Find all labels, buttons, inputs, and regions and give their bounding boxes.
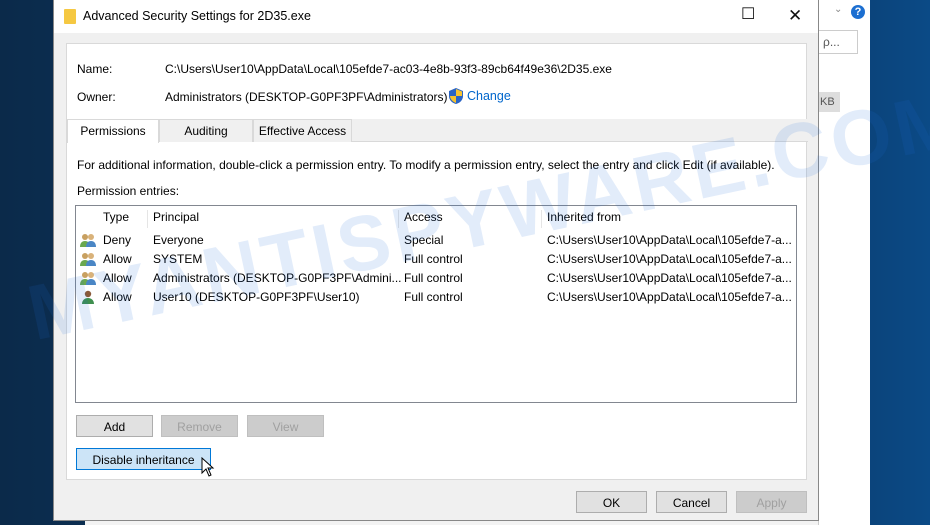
row-principal: Administrators (DESKTOP-G0PF3PF\Admini..…: [153, 271, 402, 285]
tab-bar: Permissions Auditing Effective Access: [67, 119, 808, 143]
background-explorer-pane: [818, 0, 870, 525]
background-search-box[interactable]: ρ...: [818, 30, 858, 54]
maximize-button[interactable]: ☐: [741, 4, 755, 24]
column-header-type[interactable]: Type: [98, 210, 148, 228]
close-button[interactable]: ✕: [788, 6, 802, 26]
table-row[interactable]: Allow SYSTEM Full control C:\Users\User1…: [76, 250, 796, 269]
name-value: C:\Users\User10\AppData\Local\105efde7-a…: [165, 62, 612, 76]
search-text: ρ...: [823, 35, 840, 49]
background-size-text: KB: [818, 92, 840, 112]
title-bar: Advanced Security Settings for 2D35.exe …: [54, 0, 818, 33]
row-type: Allow: [103, 290, 132, 304]
uac-shield-icon: [449, 88, 463, 104]
row-access: Full control: [404, 271, 463, 285]
table-row[interactable]: Allow User10 (DESKTOP-G0PF3PF\User10) Fu…: [76, 288, 796, 307]
owner-value: Administrators (DESKTOP-G0PF3PF\Administ…: [165, 90, 448, 104]
content-panel: Name: C:\Users\User10\AppData\Local\105e…: [66, 43, 808, 480]
help-icon[interactable]: ?: [851, 5, 865, 19]
chevron-down-icon: ⌄: [834, 4, 843, 15]
row-type: Deny: [103, 233, 132, 247]
advanced-security-dialog: Advanced Security Settings for 2D35.exe …: [53, 0, 819, 521]
ok-button[interactable]: OK: [576, 491, 647, 513]
apply-button[interactable]: Apply: [736, 491, 807, 513]
row-inherited-from: C:\Users\User10\AppData\Local\105efde7-a…: [547, 233, 792, 247]
folder-icon: [64, 9, 76, 24]
row-inherited-from: C:\Users\User10\AppData\Local\105efde7-a…: [547, 290, 792, 304]
column-header-access[interactable]: Access: [399, 210, 542, 228]
add-button[interactable]: Add: [76, 415, 153, 437]
permission-entries-list[interactable]: Type Principal Access Inherited from Den…: [75, 205, 797, 403]
user-icon: [82, 290, 94, 304]
users-group-icon: [80, 272, 96, 285]
row-principal: SYSTEM: [153, 252, 203, 266]
row-type: Allow: [103, 252, 132, 266]
owner-label: Owner:: [77, 90, 116, 104]
row-inherited-from: C:\Users\User10\AppData\Local\105efde7-a…: [547, 271, 792, 285]
window-title: Advanced Security Settings for 2D35.exe: [83, 9, 311, 23]
change-owner-link[interactable]: Change: [467, 89, 511, 103]
column-header-principal[interactable]: Principal: [148, 210, 399, 228]
remove-button[interactable]: Remove: [161, 415, 238, 437]
tab-permissions[interactable]: Permissions: [67, 119, 159, 143]
table-row[interactable]: Deny Everyone Special C:\Users\User10\Ap…: [76, 231, 796, 250]
name-label: Name:: [77, 62, 113, 76]
row-principal: User10 (DESKTOP-G0PF3PF\User10): [153, 290, 360, 304]
tab-auditing[interactable]: Auditing: [159, 119, 253, 142]
row-type: Allow: [103, 271, 132, 285]
mouse-cursor-icon: [201, 457, 215, 477]
row-access: Full control: [404, 290, 463, 304]
row-access: Full control: [404, 252, 463, 266]
users-group-icon: [80, 234, 96, 247]
table-row[interactable]: Allow Administrators (DESKTOP-G0PF3PF\Ad…: [76, 269, 796, 288]
row-inherited-from: C:\Users\User10\AppData\Local\105efde7-a…: [547, 252, 792, 266]
permission-entries-label: Permission entries:: [77, 184, 180, 198]
column-header-inherited-from[interactable]: Inherited from: [542, 210, 796, 228]
disable-inheritance-button[interactable]: Disable inheritance: [76, 448, 211, 470]
users-group-icon: [80, 253, 96, 266]
row-principal: Everyone: [153, 233, 204, 247]
description-text: For additional information, double-click…: [77, 158, 775, 172]
view-button[interactable]: View: [247, 415, 324, 437]
cancel-button[interactable]: Cancel: [656, 491, 727, 513]
tab-effective-access[interactable]: Effective Access: [253, 119, 352, 142]
row-access: Special: [404, 233, 444, 247]
